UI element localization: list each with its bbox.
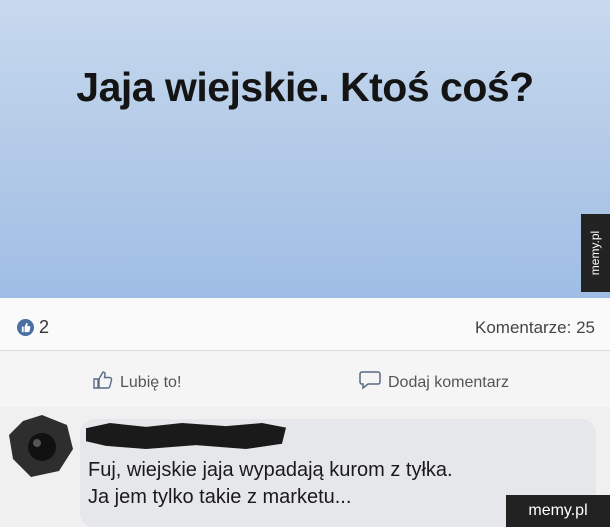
like-button[interactable]: Lubię to! xyxy=(92,370,181,395)
comments-count[interactable]: Komentarze: 25 xyxy=(475,318,595,338)
add-comment-button[interactable]: Dodaj komentarz xyxy=(358,370,509,395)
post-text: Jaja wiejskie. Ktoś coś? xyxy=(76,64,534,110)
thumbs-up-icon xyxy=(92,370,114,395)
watermark-side: memy.pl xyxy=(581,214,610,292)
like-bubble-icon xyxy=(17,319,34,336)
avatar[interactable] xyxy=(9,413,75,479)
like-count[interactable]: 2 xyxy=(17,317,49,338)
stats-row: 2 Komentarze: 25 xyxy=(0,304,610,350)
add-comment-label: Dodaj komentarz xyxy=(388,373,509,391)
redacted-author-name[interactable] xyxy=(86,423,286,449)
like-count-number: 2 xyxy=(39,317,50,337)
speech-bubble-icon xyxy=(358,370,382,395)
actions-row: Lubię to! Dodaj komentarz xyxy=(0,351,610,407)
comment-line: Fuj, wiejskie jaja wypadają kurom z tyłk… xyxy=(88,459,453,481)
like-button-label: Lubię to! xyxy=(120,373,182,391)
watermark-side-text: memy.pl xyxy=(588,230,603,276)
watermark-bottom: memy.pl xyxy=(506,495,610,527)
post-banner: Jaja wiejskie. Ktoś coś? xyxy=(0,0,610,298)
